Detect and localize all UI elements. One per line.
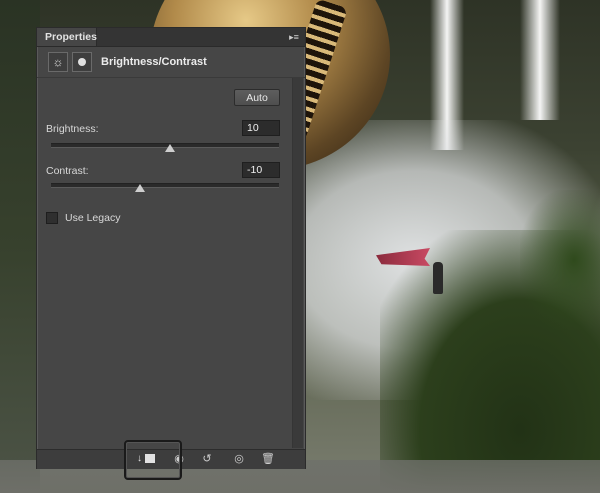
trash-icon[interactable]: 🗑	[260, 452, 276, 467]
adjustment-header: ☼ Brightness/Contrast	[37, 47, 305, 78]
brightness-contrast-icon[interactable]: ☼	[48, 52, 68, 72]
forest-left-area	[0, 0, 40, 493]
brightness-slider-thumb[interactable]	[164, 144, 175, 152]
contrast-slider-track[interactable]	[51, 183, 279, 188]
brightness-input[interactable]: 10	[242, 120, 280, 136]
layer-mask-icon[interactable]	[72, 52, 92, 72]
brightness-label: Brightness:	[46, 123, 99, 135]
reset-icon[interactable]: ↺	[199, 452, 215, 467]
panel-tab-bar: Properties ▸≡	[37, 28, 305, 47]
adjustment-title: Brightness/Contrast	[101, 56, 207, 68]
contrast-label: Contrast:	[46, 165, 89, 177]
tab-properties[interactable]: Properties	[37, 28, 97, 46]
use-legacy-checkbox[interactable]	[46, 212, 58, 224]
contrast-input[interactable]: -10	[242, 162, 280, 178]
properties-panel: Properties ▸≡ ☼ Brightness/Contrast Auto…	[36, 27, 306, 469]
panel-scrollbar[interactable]	[292, 78, 303, 448]
auto-button[interactable]: Auto	[234, 89, 280, 106]
visibility-eye-icon[interactable]: ◎	[231, 452, 247, 467]
knight-figure	[433, 262, 443, 294]
panel-menu-icon[interactable]: ▸≡	[287, 31, 301, 43]
tree-foliage	[520, 190, 600, 330]
use-legacy-label: Use Legacy	[65, 212, 121, 224]
highlight-box	[124, 440, 182, 480]
waterfall-stream	[520, 0, 560, 120]
contrast-slider-thumb[interactable]	[134, 184, 145, 192]
